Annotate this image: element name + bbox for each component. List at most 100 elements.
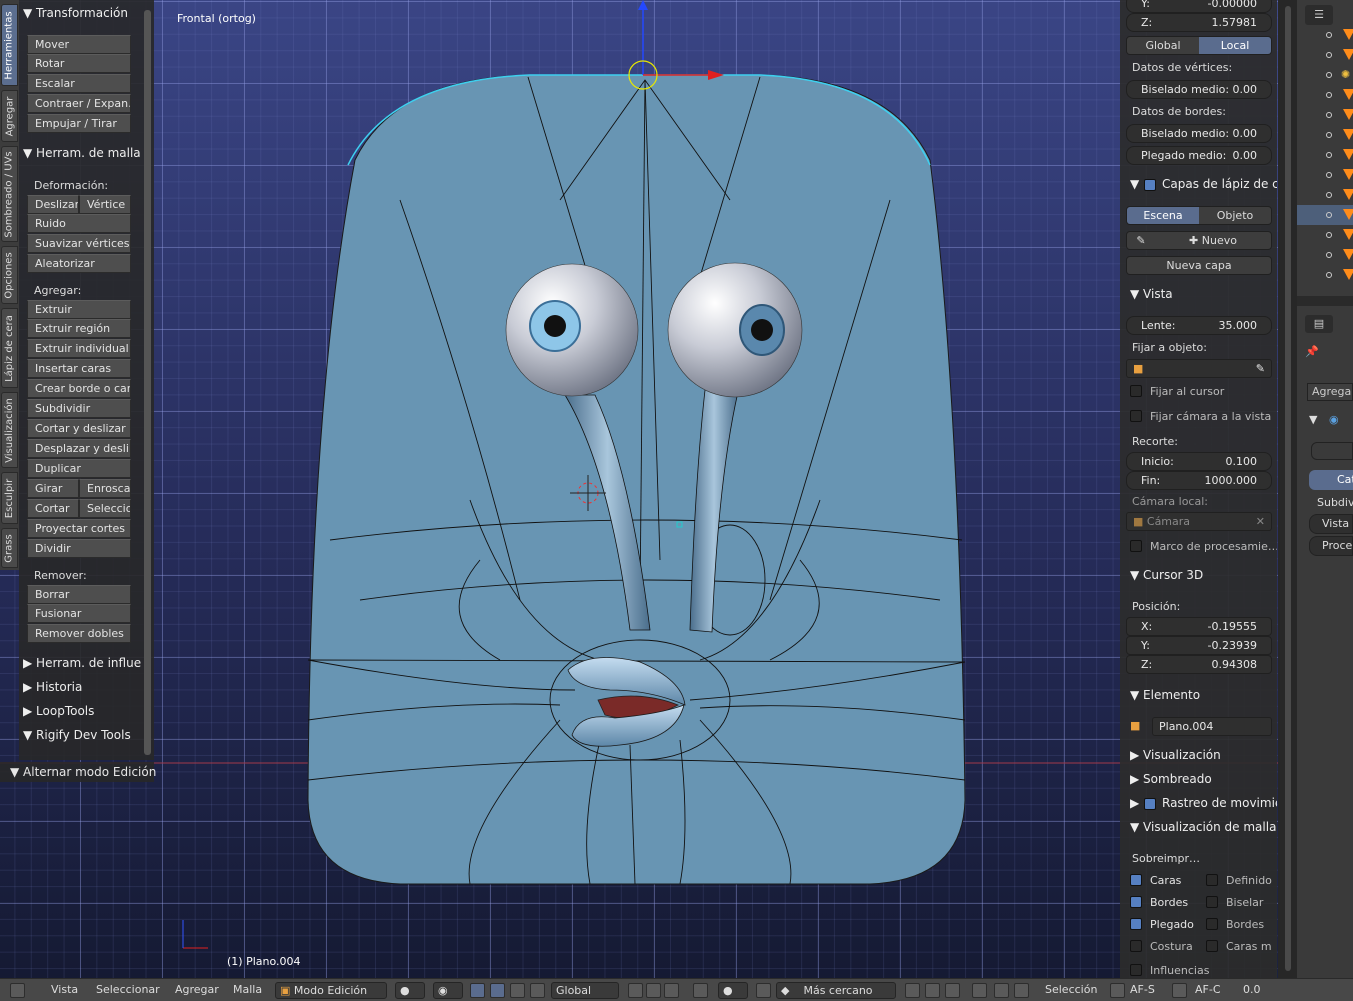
operator-panel-toggle-edit[interactable]: ▼ Alternar modo Edición [0,762,156,782]
outliner-row[interactable] [1297,165,1353,185]
proportional-dropdown[interactable]: ● [718,982,748,999]
snap-align-icon[interactable] [925,983,940,998]
costura-checkbox[interactable] [1130,940,1142,952]
outliner-type-icon[interactable]: ☰ [1305,5,1333,25]
vertex-select-icon[interactable] [628,983,643,998]
local-option[interactable]: Local [1199,37,1271,54]
suavizar-button[interactable]: Suavizar vértices [27,234,131,253]
edge-select-icon[interactable] [646,983,661,998]
tool-shelf-scrollbar[interactable] [144,10,151,755]
afc-label[interactable]: AF-C [1195,983,1221,996]
nuevo-button[interactable]: ✚ Nuevo [1155,232,1271,249]
orientation-dropdown[interactable]: Global [551,982,619,999]
menu-vista[interactable]: Vista [51,983,78,996]
nueva-capa-button[interactable]: Nueva capa [1126,256,1272,275]
global-local-toggle[interactable]: Global Local [1126,36,1272,55]
outliner-row[interactable] [1297,45,1353,65]
panel-elemento[interactable]: ▼ Elemento [1130,688,1200,702]
render-icon[interactable] [972,983,987,998]
rotar-button[interactable]: Rotar [27,54,131,73]
snap-dropdown[interactable]: ◆ Más cercano [776,982,896,999]
lente-field[interactable]: Lente: 35.000 [1126,316,1272,335]
tab-grass[interactable]: Grass [1,528,18,568]
girar-button[interactable]: Girar [27,479,79,498]
snap-target-icon[interactable] [905,983,920,998]
z-location-field[interactable]: Z: 1.57981 [1126,13,1272,32]
extruir-button[interactable]: Extruir [27,300,131,319]
editor-type-icon[interactable] [10,983,25,998]
panel-looptools[interactable]: ▶ LoopTools [23,704,94,718]
outliner-row[interactable] [1297,125,1353,145]
panel-herram-malla[interactable]: ▼ Herram. de malla [23,146,141,160]
inicio-field[interactable]: Inicio: 0.100 [1126,452,1272,471]
nuevo-lapiz-row[interactable]: ✎ ✚ Nuevo [1126,231,1272,250]
translate-icon[interactable] [490,983,505,998]
outliner-row-selected[interactable] [1297,205,1353,225]
panel-herram-influencia[interactable]: ▶ Herram. de influe [23,656,141,670]
cursor-z-field[interactable]: Z: 0.94308 [1126,655,1272,674]
mesh-scene[interactable] [0,0,1297,978]
panel-transformacion[interactable]: ▼ Transformación [23,6,128,20]
outliner-row[interactable] [1297,225,1353,245]
properties-scrollbar[interactable] [1278,0,1297,978]
eyedropper-icon[interactable]: ✎ [1256,360,1265,377]
pivot-dropdown[interactable]: ◉ [433,982,463,999]
tab-herramientas[interactable]: Herramientas [1,4,18,86]
outliner-row[interactable] [1297,85,1353,105]
borrar-button[interactable]: Borrar [27,585,131,604]
keying-icon-2[interactable] [1172,983,1187,998]
remover-dobles-button[interactable]: Remover dobles [27,624,131,643]
tab-visualizacion[interactable]: Visualización [1,392,18,468]
marco-checkbox[interactable] [1130,540,1142,552]
bordes-marcados-checkbox[interactable] [1206,918,1218,930]
empujar-button[interactable]: Empujar / Tirar [27,114,131,133]
biselado-bordes-field[interactable]: Biselado medio: 0.00 [1126,124,1272,143]
duplicar-button[interactable]: Duplicar [27,459,131,478]
render-levels-field[interactable]: Proce [1309,536,1353,556]
properties-type-icon[interactable]: ▤ [1305,315,1333,333]
contraer-button[interactable]: Contraer / Expan… [27,94,131,113]
aleatorizar-button[interactable]: Aleatorizar [27,254,131,273]
shading-dropdown[interactable]: ● [395,982,425,999]
menu-seleccionar[interactable]: Seleccionar [96,983,160,996]
escalar-button[interactable]: Escalar [27,74,131,93]
outliner-row[interactable] [1297,245,1353,265]
plegado-checkbox[interactable] [1130,918,1142,930]
panel-rigify[interactable]: ▼ Rigify Dev Tools [23,728,131,742]
enroscar-button[interactable]: Enroscar [79,479,131,498]
dividir-button[interactable]: Dividir [27,539,131,558]
panel-vista[interactable]: ▼ Vista [1130,287,1173,301]
panel-cursor-3d[interactable]: ▼ Cursor 3D [1130,568,1203,582]
seleccio-button[interactable]: Seleccio [79,499,131,518]
capas-lapiz-checkbox[interactable] [1144,179,1156,191]
clear-icon[interactable]: ✕ [1256,513,1265,530]
subdividir-button[interactable]: Subdividir [27,399,131,418]
cursor-x-field[interactable]: X: -0.19555 [1126,617,1272,636]
panel-sombreado[interactable]: ▶ Sombreado [1130,772,1212,786]
outliner-row[interactable] [1297,185,1353,205]
extruir-individual-button[interactable]: Extruir individual [27,339,131,358]
fusionar-button[interactable]: Fusionar [27,604,131,623]
outliner-row[interactable] [1297,105,1353,125]
cortar-deslizar-button[interactable]: Cortar y deslizar … [27,419,131,438]
anim-render-icon[interactable] [1014,983,1029,998]
global-option[interactable]: Global [1127,37,1199,54]
outliner-row[interactable]: ✺ [1297,65,1353,85]
rotate-icon[interactable] [510,983,525,998]
panel-visualizacion[interactable]: ▶ Visualización [1130,748,1221,762]
vista-levels-field[interactable]: Vista [1309,514,1353,534]
tab-sombreado-uvs[interactable]: Sombreado / UVs [1,146,18,242]
outliner-row[interactable] [1297,145,1353,165]
escena-option[interactable]: Escena [1127,207,1199,224]
mode-dropdown[interactable]: ▣ Modo Edición [275,982,387,999]
deslizar-button[interactable]: Deslizar [27,195,79,214]
agregar-modifier-button[interactable]: Agregar [1307,383,1353,401]
manipulator-icon[interactable] [470,983,485,998]
panel-historia[interactable]: ▶ Historia [23,680,82,694]
panel-rastreo[interactable]: ▶ [1130,796,1139,810]
pencil-icon[interactable]: ✎ [1127,232,1155,249]
menu-agregar[interactable]: Agregar [175,983,219,996]
fin-field[interactable]: Fin: 1000.000 [1126,471,1272,490]
3d-viewport[interactable]: Frontal (ortog) (1) Plano.004 [0,0,1297,978]
panel-capas-lapiz[interactable]: ▼ [1130,177,1139,191]
